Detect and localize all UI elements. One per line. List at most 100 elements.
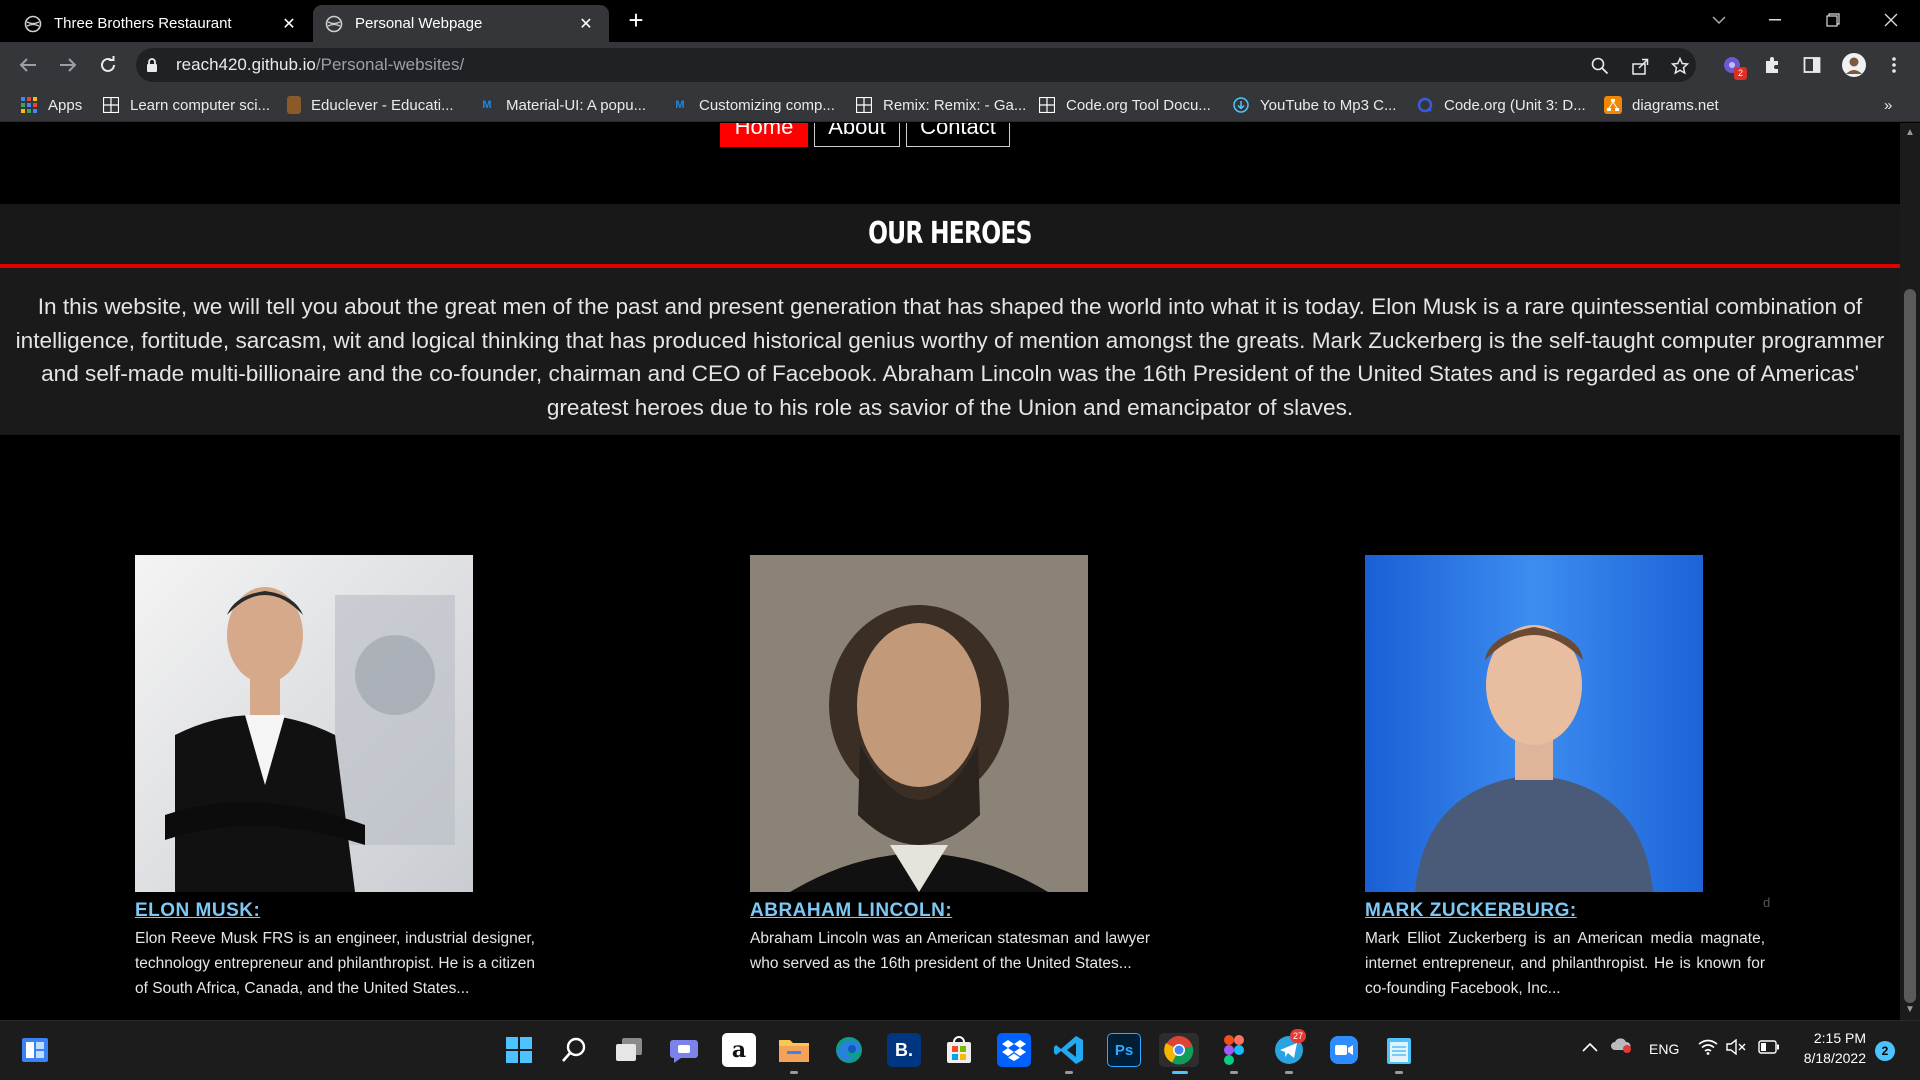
clock-time[interactable]: 2:15 PM (1798, 1030, 1866, 1046)
teams-chat-icon[interactable] (667, 1033, 701, 1067)
figma-icon[interactable] (1217, 1033, 1251, 1067)
intro-paragraph: In this website, we will tell you about … (0, 268, 1900, 435)
page-scrollbar[interactable]: ▲ ▼ (1900, 123, 1920, 1020)
running-indicator (1230, 1071, 1238, 1074)
nav-about-link[interactable]: About (814, 123, 900, 147)
zoom-icon[interactable] (1327, 1033, 1361, 1067)
reload-icon[interactable] (94, 51, 122, 79)
tab-title: Personal Webpage (355, 15, 483, 32)
hero-description: Elon Reeve Musk FRS is an engineer, indu… (135, 930, 535, 997)
battery-icon[interactable] (1758, 1040, 1780, 1057)
more-menu-icon[interactable] (1880, 51, 1908, 79)
running-indicator (1065, 1071, 1073, 1074)
nav-home-link[interactable]: Home (720, 123, 808, 147)
extension-badge-icon[interactable]: 2 (1718, 51, 1747, 80)
bookmarks-overflow-chevron-icon[interactable]: » (1884, 94, 1892, 116)
tray-overflow-chevron-icon[interactable] (1582, 1039, 1598, 1055)
bookmark-label: Material-UI: A popu... (506, 96, 647, 114)
forward-arrow-icon[interactable] (54, 51, 82, 79)
windows-taskbar: a B. Ps 27 ENG 2:15 PM 8/18/2022 2 (0, 1020, 1920, 1080)
bookmark-label: YouTube to Mp3 C... (1260, 96, 1397, 114)
scroll-thumb[interactable] (1904, 289, 1916, 1003)
running-indicator (1285, 1071, 1293, 1074)
bookmark-material-ui[interactable]: M Material-UI: A popu... (478, 94, 646, 116)
close-tab-icon[interactable]: ✕ (575, 13, 597, 35)
chrome-icon[interactable] (1159, 1033, 1199, 1067)
share-icon[interactable] (1630, 56, 1650, 76)
hero-card-mark-zuckerberg: MARK ZUCKERBURG: Mark Elliot Zuckerberg … (1365, 555, 1765, 1001)
code-org-icon (1038, 96, 1056, 114)
tab-three-brothers-restaurant[interactable]: Three Brothers Restaurant ✕ (12, 5, 312, 42)
microsoft-store-icon[interactable] (942, 1033, 976, 1067)
language-indicator[interactable]: ENG (1649, 1041, 1679, 1057)
telegram-unread-badge: 27 (1290, 1029, 1306, 1043)
bookmark-remix[interactable]: Remix: Remix: - Ga... (855, 94, 1026, 116)
heroes-header: OUR HEROES (0, 204, 1900, 264)
extensions-puzzle-icon[interactable] (1758, 51, 1786, 79)
bookmark-code-org-tool-docs[interactable]: Code.org Tool Docu... (1038, 94, 1211, 116)
vscode-icon[interactable] (1052, 1033, 1086, 1067)
bookmark-diagrams-net[interactable]: diagrams.net (1604, 94, 1719, 116)
scroll-down-arrow-icon[interactable]: ▼ (1904, 1004, 1916, 1016)
bookmark-label: Code.org (Unit 3: D... (1444, 96, 1586, 114)
browser-toolbar: reach420.github.io/Personal-websites/ 2 (0, 42, 1920, 88)
task-view-icon[interactable] (612, 1033, 646, 1067)
scroll-up-arrow-icon[interactable]: ▲ (1904, 127, 1916, 139)
telegram-icon[interactable]: 27 (1272, 1029, 1306, 1067)
minimize-icon[interactable] (1752, 4, 1798, 36)
side-panel-icon[interactable] (1798, 51, 1826, 79)
tab-personal-webpage[interactable]: Personal Webpage ✕ (313, 5, 609, 42)
code-org-icon (102, 96, 120, 114)
tab-search-chevron-icon[interactable] (1696, 4, 1742, 36)
bookmark-label: Code.org Tool Docu... (1066, 96, 1211, 114)
dropbox-icon[interactable] (997, 1033, 1031, 1067)
circle-q-icon (1416, 96, 1434, 114)
bookmarks-bar: Apps Learn computer sci... Educlever - E… (0, 88, 1920, 122)
lock-icon[interactable] (146, 57, 162, 73)
clock-date[interactable]: 8/18/2022 (1798, 1050, 1866, 1066)
bookmark-educlever[interactable]: Educlever - Educati... (287, 94, 454, 116)
bookmark-youtube-to-mp3[interactable]: YouTube to Mp3 C... (1232, 94, 1396, 116)
close-tab-icon[interactable]: ✕ (278, 13, 300, 35)
close-window-icon[interactable] (1868, 4, 1914, 36)
bookmark-code-org-unit-3[interactable]: Code.org (Unit 3: D... (1416, 94, 1586, 116)
windows-start-icon[interactable] (502, 1033, 536, 1067)
amazon-icon[interactable]: a (722, 1033, 756, 1067)
new-tab-button[interactable]: + (622, 6, 650, 34)
hero-card-abraham-lincoln: ABRAHAM LINCOLN: Abraham Lincoln was an … (750, 555, 1150, 976)
hero-name-link[interactable]: ELON MUSK: (135, 900, 535, 922)
bookmark-apps[interactable]: Apps (20, 94, 82, 116)
bookmark-label: Remix: Remix: - Ga... (883, 96, 1027, 114)
hero-name-link[interactable]: ABRAHAM LINCOLN: (750, 900, 1150, 922)
bookmark-label: diagrams.net (1632, 96, 1719, 114)
zoom-magnifier-icon[interactable] (1590, 56, 1610, 76)
bookmark-label: Apps (48, 96, 83, 114)
file-explorer-icon[interactable] (777, 1033, 811, 1067)
site-nav: Home About Contact (720, 123, 1016, 147)
bookmark-label: Educlever - Educati... (311, 96, 454, 114)
wifi-icon[interactable] (1698, 1039, 1718, 1058)
address-bar[interactable]: reach420.github.io/Personal-websites/ (136, 48, 1696, 82)
notepad-icon[interactable] (1382, 1033, 1416, 1067)
edge-icon[interactable] (832, 1033, 866, 1067)
photoshop-icon[interactable]: Ps (1107, 1033, 1141, 1067)
widgets-icon[interactable] (18, 1033, 52, 1067)
onedrive-error-icon[interactable] (1610, 1037, 1632, 1056)
abraham-lincoln-photo (750, 555, 1088, 892)
nav-contact-link[interactable]: Contact (906, 123, 1010, 147)
bookmark-customizing-components[interactable]: M Customizing comp... (671, 94, 834, 116)
profile-avatar[interactable] (1840, 51, 1868, 79)
restore-icon[interactable] (1810, 4, 1856, 36)
bookmark-label: Learn computer sci... (130, 96, 271, 114)
hero-name-link[interactable]: MARK ZUCKERBURG: (1365, 900, 1765, 922)
notification-count-badge[interactable]: 2 (1875, 1041, 1895, 1061)
volume-muted-icon[interactable] (1726, 1038, 1746, 1058)
extension-badge-count: 2 (1734, 67, 1747, 80)
bookmark-learn-computer-science[interactable]: Learn computer sci... (102, 94, 270, 116)
bookmark-star-icon[interactable] (1670, 56, 1690, 76)
booking-icon[interactable]: B. (887, 1033, 921, 1067)
educlever-icon (287, 96, 301, 114)
back-arrow-icon[interactable] (14, 51, 42, 79)
search-icon[interactable] (557, 1033, 591, 1067)
url-host: reach420.github.io (176, 55, 316, 74)
